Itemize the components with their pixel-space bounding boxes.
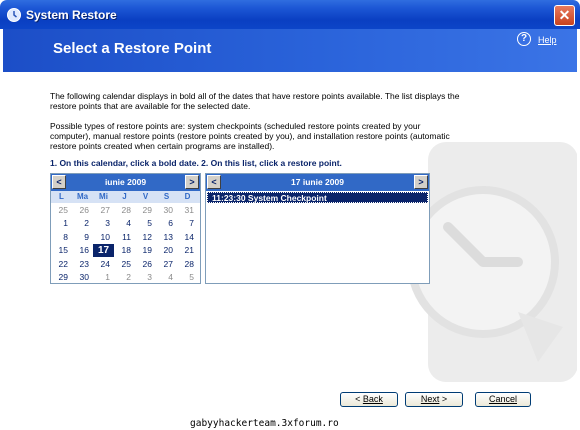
weekday-header-row: L Ma Mi J V S D [51,191,200,203]
calendar-day[interactable]: 7 [177,217,198,230]
calendar-day[interactable]: 18 [114,244,135,257]
calendar-day[interactable]: 13 [156,231,177,244]
weekday-label: Ma [76,192,89,201]
calendar-day[interactable]: 3 [93,217,114,230]
calendar-day[interactable]: 2 [72,217,93,230]
calendar-day[interactable]: 22 [51,258,72,271]
calendar-day[interactable]: 25 [114,258,135,271]
calendar-day[interactable]: 4 [156,271,177,284]
instruction-steps: 1. On this calendar, click a bold date. … [50,158,342,168]
calendar-day[interactable]: 31 [177,204,198,217]
weekday-label: V [142,192,149,201]
calendar-day[interactable]: 27 [93,204,114,217]
calendar: < iunie 2009 > L Ma Mi J V S D 25 26 27 28 2… [50,173,201,284]
calendar-day[interactable]: 28 [177,258,198,271]
calendar-day[interactable]: 25 [51,204,72,217]
help-link[interactable]: Help [538,35,557,45]
intro-paragraph-1: The following calendar displays in bold … [50,91,460,111]
restore-list-date: 17 iunie 2009 [291,177,344,187]
help-icon[interactable]: ? [517,32,531,46]
calendar-day[interactable]: 5 [135,217,156,230]
weekday-label: J [122,192,127,201]
weekday-label: D [184,192,191,201]
calendar-day[interactable]: 26 [135,258,156,271]
weekday-label: Mi [99,192,108,201]
calendar-day[interactable]: 23 [72,258,93,271]
main-content: The following calendar displays in bold … [3,72,577,418]
calendar-day[interactable]: 2 [114,271,135,284]
calendar-day[interactable]: 20 [156,244,177,257]
back-button-label: Back [362,394,383,404]
title-bar: System Restore ✕ [0,0,580,29]
calendar-month-label: iunie 2009 [104,177,147,187]
calendar-day[interactable]: 11 [114,231,135,244]
cancel-button-label: Cancel [488,394,517,404]
calendar-day[interactable]: 5 [177,271,198,284]
restore-list-next-day-button[interactable]: > [414,175,428,189]
calendar-day[interactable]: 14 [177,231,198,244]
calendar-day[interactable]: 10 [93,231,114,244]
calendar-day[interactable]: 28 [114,204,135,217]
weekday-label: L [59,192,64,201]
weekday-label: S [163,192,170,201]
calendar-day[interactable]: 27 [156,258,177,271]
calendar-day[interactable]: 1 [93,271,114,284]
close-button[interactable]: ✕ [554,5,575,26]
calendar-day[interactable]: 30 [72,271,93,284]
back-button[interactable]: < Back [340,392,398,407]
calendar-day[interactable]: 3 [135,271,156,284]
calendar-day[interactable]: 29 [51,271,72,284]
intro-paragraph-2: Possible types of restore points are: sy… [50,121,450,151]
calendar-day[interactable]: 1 [51,217,72,230]
calendar-day[interactable]: 8 [51,231,72,244]
calendar-header: < iunie 2009 > [51,174,200,191]
restore-list-prev-day-button[interactable]: < [207,175,221,189]
calendar-day[interactable]: 12 [135,231,156,244]
calendar-day[interactable]: 4 [114,217,135,230]
watermark-text: gabyyhackerteam.3xforum.ro [190,418,339,429]
calendar-day[interactable]: 26 [72,204,93,217]
restore-point-item[interactable]: 11:23:30 System Checkpoint [207,192,428,203]
page-title: Select a Restore Point [53,40,212,57]
calendar-day[interactable]: 24 [93,258,114,271]
calendar-next-month-button[interactable]: > [185,175,199,189]
next-button-label: Next [420,394,440,404]
next-button[interactable]: Next > [405,392,463,407]
window-title: System Restore [26,8,117,22]
calendar-day[interactable]: 9 [72,231,93,244]
calendar-day[interactable]: 17 [93,244,114,258]
calendar-day[interactable]: 16 [72,244,93,257]
system-restore-icon [7,8,21,22]
cancel-button[interactable]: Cancel [475,392,531,407]
calendar-day[interactable]: 29 [135,204,156,217]
calendar-day[interactable]: 15 [51,244,72,257]
calendar-day[interactable]: 21 [177,244,198,257]
header-band: Select a Restore Point ? Help [3,29,577,72]
calendar-prev-month-button[interactable]: < [52,175,66,189]
calendar-day[interactable]: 30 [156,204,177,217]
restore-point-list: < 17 iunie 2009 > 11:23:30 System Checkp… [205,173,430,284]
restore-list-header: < 17 iunie 2009 > [206,174,429,191]
calendar-day[interactable]: 19 [135,244,156,257]
calendar-day[interactable]: 6 [156,217,177,230]
